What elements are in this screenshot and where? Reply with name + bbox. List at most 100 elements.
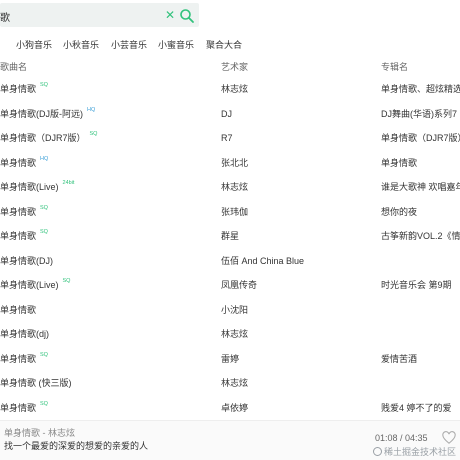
song-artist[interactable]: 伍佰 And China Blue [221,249,371,273]
quality-badge: 24bit [62,180,75,186]
song-artist[interactable]: 林志炫 [221,175,371,199]
source-tabs: 小狗音乐 小秋音乐 小芸音乐 小蜜音乐 聚合大合 [0,38,460,50]
column-header-title[interactable]: 歌曲名 [0,60,27,73]
song-artist[interactable]: 小沈阳 [221,298,371,322]
quality-badge: SQ [89,131,98,137]
song-artist[interactable]: 张玮伽 [221,200,371,224]
song-artist[interactable]: 卓依婷 [221,396,371,420]
heart-icon[interactable] [442,431,456,445]
song-row[interactable]: 单身情歌(Live)24bit林志炫谁是大歌神 欢唱嘉年华 [0,175,460,199]
song-artist[interactable]: 雷婷 [221,347,371,371]
quality-badge: SQ [40,400,48,407]
song-title-text: 单身情歌 [0,304,37,315]
song-artist[interactable]: R7 [221,126,371,150]
song-title-text: 单身情歌(DJ版-阿远) [0,108,83,119]
song-row[interactable]: 单身情歌 SQ 林志炫 单身情歌、超炫精选 [0,77,460,101]
song-row[interactable]: 单身情歌（DJR7版） SQ R7 单身情歌（DJR7版） [0,126,460,150]
search-bar[interactable]: 歌 ✕ [0,3,199,27]
song-title: 单身情歌 (快三版) [0,371,215,395]
song-album[interactable]: 想你的夜 [381,200,460,224]
song-title-text: 单身情歌 [0,402,37,413]
song-row[interactable]: 单身情歌(DJ版-阿远) HQ DJ DJ舞曲(华语)系列7 [0,102,460,126]
tab-xiaoyun[interactable]: 小芸音乐 [111,38,147,51]
song-album[interactable]: 单身情歌 [381,151,460,175]
song-title-text: 单身情歌 [0,206,37,217]
song-title-text: 单身情歌(Live) [0,280,59,290]
song-row[interactable]: 单身情歌(dj) 林志炫 [0,322,460,346]
song-title: 单身情歌(dj) [0,322,215,346]
song-artist[interactable]: 群星 [221,224,371,248]
song-artist[interactable]: 林志炫 [221,77,371,101]
song-title-text: 单身情歌 (快三版) [0,378,72,388]
song-artist[interactable]: 林志炫 [221,322,371,346]
quality-badge: SQ [40,82,48,88]
song-artist[interactable]: 张北北 [221,151,371,175]
tab-xiaoqiu[interactable]: 小秋音乐 [63,38,99,51]
close-icon[interactable]: ✕ [164,8,176,22]
tab-xiaomi[interactable]: 小蜜音乐 [158,38,194,51]
song-row[interactable]: 单身情歌 HQ 张北北 单身情歌 [0,151,460,175]
song-album[interactable] [381,298,460,322]
song-title: 单身情歌(Live) 24bit [0,175,215,199]
song-title: 单身情歌 SQ [0,347,215,371]
song-album[interactable]: 古筝新韵VOL.2《情深 [381,224,460,248]
song-title-text: 单身情歌（DJR7版） [0,133,86,143]
song-title-text: 单身情歌 [0,157,37,168]
song-title-text: 单身情歌(DJ) [0,255,53,266]
song-album[interactable]: 谁是大歌神 欢唱嘉年华 [381,175,460,199]
song-title-text: 单身情歌 [0,231,37,241]
song-title: 单身情歌 SQ [0,396,215,420]
song-title: 单身情歌（DJR7版） SQ [0,126,215,150]
quality-badge: HQ [87,106,96,113]
song-title: 单身情歌(DJ版-阿远) HQ [0,102,215,126]
song-row[interactable]: 单身情歌 SQ 卓依婷 贱爱4 婷不了的爱 [0,396,460,420]
song-album[interactable] [381,371,460,395]
watermark: 稀土掘金技术社区 [373,445,456,458]
song-title-text: 单身情歌 [0,353,37,364]
song-row[interactable]: 单身情歌 小沈阳 [0,298,460,322]
song-title: 单身情歌(Live) SQ [0,273,215,297]
song-album[interactable]: DJ舞曲(华语)系列7 [381,102,460,126]
song-artist[interactable]: DJ [221,102,371,126]
song-artist[interactable]: 林志炫 [221,371,371,395]
quality-badge: SQ [40,204,48,211]
song-album[interactable] [381,249,460,273]
song-row[interactable]: 单身情歌 SQ 雷婷 爱情苦酒 [0,347,460,371]
song-album[interactable]: 时光音乐会 第9期 [381,273,460,297]
search-icon[interactable] [179,8,195,24]
song-row[interactable]: 单身情歌SQ群星古筝新韵VOL.2《情深 [0,224,460,248]
song-row[interactable]: 单身情歌 (快三版) 林志炫 [0,371,460,395]
song-row[interactable]: 单身情歌(Live) SQ 凤凰传奇 时光音乐会 第9期 [0,273,460,297]
song-title-text: 单身情歌(Live) [0,182,59,192]
song-album[interactable]: 贱爱4 婷不了的爱 [381,396,460,420]
tab-xiaogou[interactable]: 小狗音乐 [16,38,52,51]
song-title: 单身情歌 SQ [0,200,215,224]
song-row[interactable]: 单身情歌(DJ) 伍佰 And China Blue [0,249,460,273]
column-header-artist[interactable]: 艺术家 [221,60,248,73]
song-title: 单身情歌 HQ [0,151,215,175]
song-album[interactable]: 单身情歌（DJR7版） [381,126,460,150]
song-row[interactable]: 单身情歌 SQ 张玮伽 想你的夜 [0,200,460,224]
song-album[interactable] [381,322,460,346]
tab-juhe[interactable]: 聚合大合 [206,38,242,51]
search-input[interactable]: 歌 [0,9,10,24]
lyric-line: 找一个最爱的深爱的想爱的亲爱的人 [4,441,149,451]
playback-time: 01:08 / 04:35 [375,433,428,443]
song-album[interactable]: 爱情苦酒 [381,347,460,371]
column-header-album[interactable]: 专辑名 [381,60,408,73]
watermark-text: 稀土掘金技术社区 [384,447,457,457]
song-title: 单身情歌 SQ [0,77,215,101]
song-title: 单身情歌 SQ [0,224,215,248]
quality-badge: SQ [40,229,48,235]
song-title-text: 单身情歌(dj) [0,329,49,339]
song-album[interactable]: 单身情歌、超炫精选 [381,77,460,101]
watermark-logo-icon [373,447,382,456]
quality-badge: SQ [40,351,48,358]
quality-badge: HQ [40,155,49,162]
song-artist[interactable]: 凤凰传奇 [221,273,371,297]
now-playing-title[interactable]: 单身情歌 - 林志炫 [4,426,75,439]
song-title: 单身情歌 [0,298,215,322]
quality-badge: SQ [62,278,71,284]
song-title-text: 单身情歌 [0,84,37,94]
song-title: 单身情歌(DJ) [0,249,215,273]
